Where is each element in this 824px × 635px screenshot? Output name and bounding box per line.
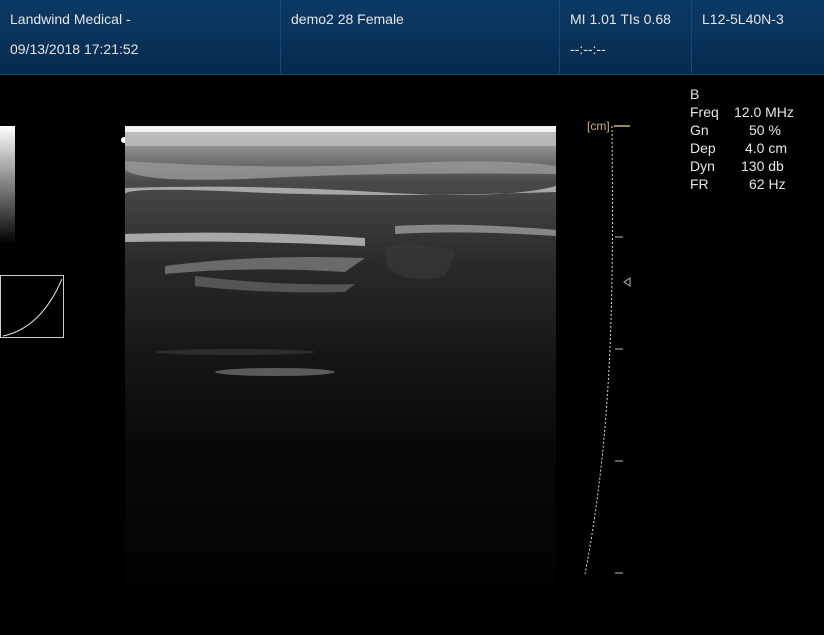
param-value: 12.0 MHz <box>734 104 794 120</box>
header-cell-patient: demo2 28 Female <box>281 0 560 74</box>
facility-name: Landwind Medical - <box>10 11 131 27</box>
param-row-frame-rate: FR 62 Hz <box>690 176 794 194</box>
exam-datetime: 09/13/2018 17:21:52 <box>10 41 139 57</box>
focus-triangle-icon[interactable] <box>623 277 631 287</box>
param-value: 4.0 cm <box>745 140 788 156</box>
param-key: Dep <box>690 140 716 156</box>
gray-curve-graph <box>0 275 64 338</box>
param-key: Dyn <box>690 158 715 174</box>
param-key: FR <box>690 176 709 192</box>
imaging-mode: B <box>690 86 700 102</box>
time-readout: --:--:-- <box>570 41 606 57</box>
param-row-gain: Gn 50 % <box>690 122 794 140</box>
patient-info: demo2 28 Female <box>291 11 404 27</box>
param-key: Freq <box>690 104 719 120</box>
param-value: 130 db <box>741 158 784 174</box>
grayscale-bar <box>0 126 15 244</box>
header-bar: Landwind Medical - 09/13/2018 17:21:52 d… <box>0 0 824 75</box>
header-cell-indices: MI 1.01 TIs 0.68 --:--:-- <box>560 0 692 74</box>
param-value: 50 % <box>749 122 781 138</box>
header-cell-facility: Landwind Medical - 09/13/2018 17:21:52 <box>0 0 281 74</box>
imaging-parameters: B Freq 12.0 MHz Gn 50 % Dep 4.0 cm Dyn 1… <box>690 86 794 194</box>
ultrasound-image-svg <box>124 126 557 584</box>
depth-scale <box>584 125 631 575</box>
param-key: Gn <box>690 122 709 138</box>
param-row-dynamic-range: Dyn 130 db <box>690 158 794 176</box>
ultrasound-image[interactable] <box>124 126 557 584</box>
param-row-freq: Freq 12.0 MHz <box>690 104 794 122</box>
mi-tis-readout: MI 1.01 TIs 0.68 <box>570 11 671 27</box>
param-value: 62 Hz <box>749 176 786 192</box>
param-row-depth: Dep 4.0 cm <box>690 140 794 158</box>
probe-name: L12-5L40N-3 <box>702 11 784 27</box>
header-cell-probe: L12-5L40N-3 <box>692 0 824 74</box>
gray-curve-icon <box>2 278 63 337</box>
